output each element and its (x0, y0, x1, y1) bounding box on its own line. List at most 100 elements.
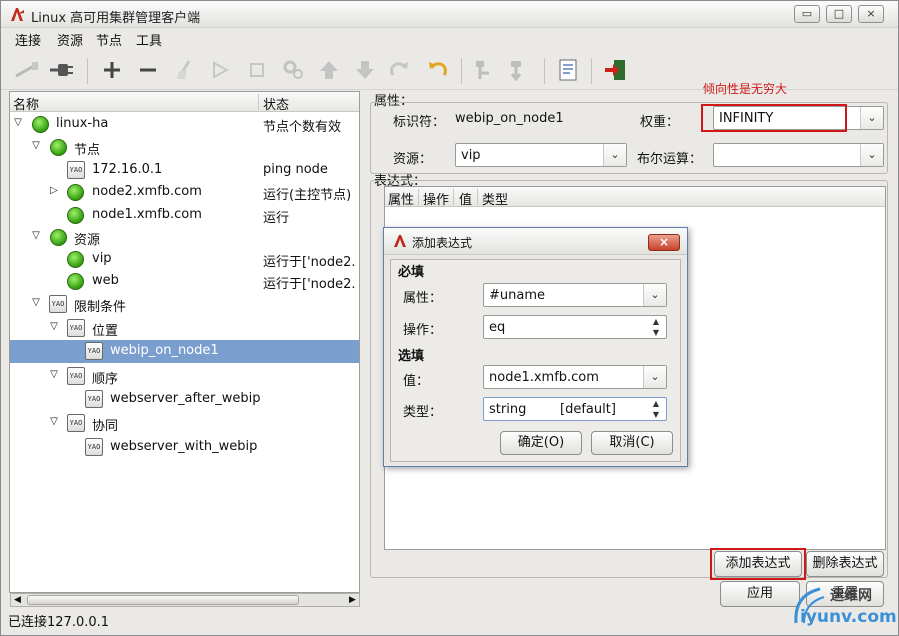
chevron-down-icon[interactable]: ⌄ (860, 144, 883, 166)
tree-row-location[interactable]: ▽ YAO 位置 (10, 317, 359, 340)
annotation-text: 倾向性是无穷大 (703, 82, 788, 96)
attr-combobox[interactable]: #uname ⌄ (483, 283, 667, 307)
ok-button[interactable]: 确定(O) (500, 431, 582, 455)
tree-row-resources[interactable]: ▽ 资源 (10, 226, 359, 249)
settings-icon[interactable] (279, 56, 307, 84)
expr-col-value[interactable]: 值 (459, 189, 472, 208)
close-window-button[interactable]: × (858, 5, 884, 23)
tree-item-label: web (92, 273, 119, 288)
cleanup-icon[interactable] (171, 56, 199, 84)
delete-expression-button[interactable]: 删除表达式 (806, 551, 884, 577)
expr-col-op[interactable]: 操作 (423, 189, 449, 208)
app-logo-icon (394, 235, 406, 247)
scroll-left-icon[interactable]: ◀ (11, 594, 24, 606)
value-combobox[interactable]: node1.xmfb.com ⌄ (483, 365, 667, 389)
tree-horizontal-scrollbar[interactable]: ◀ ▶ (10, 593, 360, 607)
cancel-button[interactable]: 取消(C) (591, 431, 673, 455)
id-value: webip_on_node1 (455, 111, 564, 126)
tree-row-constraints[interactable]: ▽ YAO 限制条件 (10, 293, 359, 316)
tree-row-nodes[interactable]: ▽ 节点 (10, 136, 359, 159)
tree-row-linux-ha[interactable]: ▽ linux-ha 节点个数有效 (10, 113, 359, 136)
tree-item-label: webserver_after_webip (110, 391, 261, 406)
tree-row-vip[interactable]: vip 运行于['node2. (10, 248, 359, 271)
toolbar-separator (591, 58, 592, 84)
minimize-button[interactable]: ▭ (794, 5, 820, 23)
active-icon[interactable] (504, 56, 532, 84)
watermark: 运维网 iyunv.com (790, 583, 897, 631)
tree-row-ping-node[interactable]: YAO 172.16.0.1 ping node (10, 159, 359, 182)
column-name-header[interactable]: 名称 (13, 94, 39, 113)
chevron-down-icon[interactable]: ⌄ (860, 107, 883, 129)
stop-icon[interactable] (243, 56, 271, 84)
tree-row-node2[interactable]: ▷ node2.xmfb.com 运行(主控节点) (10, 181, 359, 204)
resource-combobox[interactable]: vip ⌄ (455, 143, 627, 167)
tree-row-webserver-with-webip[interactable]: YAO webserver_with_webip (10, 436, 359, 459)
highlight-box (701, 104, 847, 132)
expand-arrow-icon[interactable]: ▽ (12, 117, 24, 129)
app-logo-icon (11, 8, 24, 21)
type-combobox[interactable]: string [default] ▲ ▼ (483, 397, 667, 421)
expand-arrow-icon[interactable]: ▽ (48, 321, 60, 333)
chevron-down-icon[interactable]: ⌄ (643, 366, 666, 388)
collapsed-arrow-icon[interactable]: ▷ (48, 185, 60, 197)
redo-icon[interactable] (386, 56, 414, 84)
expand-arrow-icon[interactable]: ▽ (48, 416, 60, 428)
expand-arrow-icon[interactable]: ▽ (30, 230, 42, 242)
disconnect-icon[interactable] (13, 56, 41, 84)
xml-view-icon[interactable] (554, 56, 582, 84)
start-icon[interactable] (206, 56, 234, 84)
exit-icon[interactable] (601, 56, 629, 84)
header-divider (258, 94, 259, 110)
resource-value: vip (461, 148, 481, 163)
standby-icon[interactable] (469, 56, 497, 84)
expand-arrow-icon[interactable]: ▽ (30, 140, 42, 152)
bool-op-combobox[interactable]: ⌄ (713, 143, 884, 167)
op-label: 操作： (403, 323, 443, 338)
constraint-icon: YAO (85, 342, 103, 360)
type-default: [default] (560, 402, 616, 417)
op-combobox[interactable]: eq ▲ ▼ (483, 315, 667, 339)
add-icon[interactable] (98, 56, 126, 84)
value-label: 值： (403, 374, 430, 389)
updown-icon[interactable]: ▲ ▼ (646, 316, 666, 340)
expand-arrow-icon[interactable]: ▽ (48, 369, 60, 381)
highlight-box (710, 548, 806, 580)
tree-row-colocation[interactable]: ▽ YAO 协同 (10, 412, 359, 435)
scroll-thumb[interactable] (27, 595, 299, 605)
scroll-right-icon[interactable]: ▶ (346, 594, 359, 606)
status-ok-icon (67, 207, 84, 224)
apply-button[interactable]: 应用 (720, 581, 800, 607)
tree-row-webip-on-node1[interactable]: YAO webip_on_node1 (10, 340, 359, 363)
maximize-button[interactable]: □ (826, 5, 852, 23)
expr-col-attr[interactable]: 属性 (388, 189, 414, 208)
connect-icon[interactable] (47, 56, 75, 84)
expr-col-type[interactable]: 类型 (482, 189, 508, 208)
tree-row-order[interactable]: ▽ YAO 顺序 (10, 365, 359, 388)
move-up-icon[interactable] (315, 56, 343, 84)
tree-row-node1[interactable]: node1.xmfb.com 运行 (10, 204, 359, 227)
remove-icon[interactable] (134, 56, 162, 84)
constraint-icon: YAO (85, 390, 103, 408)
updown-icon[interactable]: ▲ ▼ (646, 398, 666, 422)
menu-nodes[interactable]: 节点 (96, 30, 122, 49)
status-ok-icon (50, 229, 67, 246)
tree-row-webserver-after-webip[interactable]: YAO webserver_after_webip (10, 388, 359, 411)
tree-item-status: 运行于['node2. (263, 255, 356, 270)
chevron-down-icon[interactable]: ⌄ (603, 144, 626, 166)
column-status-header[interactable]: 状态 (263, 94, 289, 113)
expand-arrow-icon[interactable]: ▽ (30, 297, 42, 309)
menu-connect[interactable]: 连接 (15, 30, 41, 49)
tree-item-label: node2.xmfb.com (92, 184, 202, 199)
expressions-table-header: 属性 操作 值 类型 (385, 187, 885, 208)
chevron-down-icon[interactable]: ⌄ (643, 284, 666, 306)
dialog-close-button[interactable]: × (648, 234, 680, 251)
menu-resources[interactable]: 资源 (57, 30, 83, 49)
tree-row-web[interactable]: web 运行于['node2. (10, 270, 359, 293)
menu-tools[interactable]: 工具 (136, 30, 162, 49)
toolbar-separator (87, 58, 88, 84)
status-ok-icon (67, 273, 84, 290)
move-down-icon[interactable] (351, 56, 379, 84)
undo-icon[interactable] (423, 56, 451, 84)
add-expression-dialog: 添加表达式 × 必填 属性： #uname ⌄ 操作： eq ▲ ▼ 选填 值： … (383, 227, 688, 467)
tree-item-status: 节点个数有效 (263, 120, 342, 135)
